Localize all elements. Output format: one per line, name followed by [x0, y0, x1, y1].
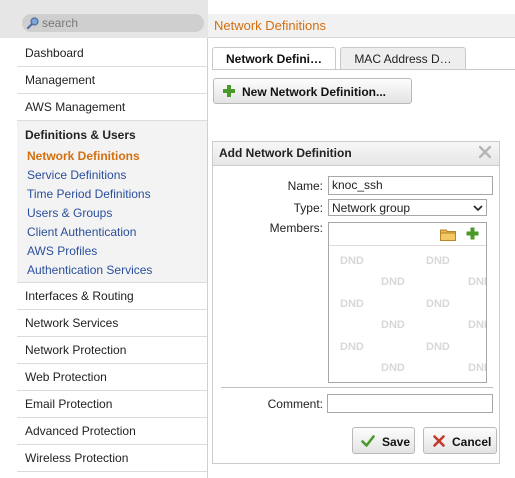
dnd-watermark: DND [340, 298, 364, 310]
name-label: Name: [287, 179, 323, 193]
search-icon [27, 17, 39, 29]
save-button[interactable]: Save [352, 427, 415, 454]
checkmark-icon [361, 435, 375, 447]
sidebar-section-title[interactable]: Definitions & Users [17, 121, 207, 147]
add-member-icon[interactable] [466, 227, 479, 240]
sidebar-divider [207, 38, 208, 478]
sidebar-subitem-users-groups[interactable]: Users & Groups [17, 204, 207, 223]
page-header: Network Definitions [208, 14, 515, 38]
tab-network-definitions[interactable]: Network Defini… [212, 47, 336, 69]
dnd-watermark: DND [340, 255, 364, 267]
comment-field[interactable] [327, 394, 493, 413]
comment-label: Comment: [267, 397, 323, 411]
folder-icon[interactable] [440, 228, 456, 241]
dnd-watermark: DND [381, 276, 405, 288]
sidebar-item-network-services[interactable]: Network Services [17, 310, 207, 337]
tab-underline [212, 69, 515, 70]
type-select[interactable]: Network group [328, 199, 487, 216]
search-input[interactable]: search [22, 14, 204, 32]
type-label: Type: [293, 201, 323, 215]
sidebar-subitem-authentication-services[interactable]: Authentication Services [17, 261, 207, 280]
sidebar-item-dashboard[interactable]: Dashboard [17, 40, 207, 67]
sidebar-item-interfaces-routing[interactable]: Interfaces & Routing [17, 283, 207, 310]
sidebar-subitem-time-period-definitions[interactable]: Time Period Definitions [17, 185, 207, 204]
members-label: Members: [269, 221, 323, 235]
members-box[interactable]: DND DND DND DND DND DND DND DND DND DND … [328, 222, 487, 383]
sidebar-section-definitions-users: Definitions & Users Network Definitions … [17, 121, 207, 283]
sidebar-subitem-client-authentication[interactable]: Client Authentication [17, 223, 207, 242]
dnd-watermark: DND [426, 255, 450, 267]
tab-mac-address-definitions[interactable]: MAC Address D… [340, 47, 466, 69]
dnd-watermark: DND [468, 362, 486, 374]
dialog-title: Add Network Definition [219, 146, 352, 160]
dnd-watermark: DND [468, 276, 486, 288]
new-network-definition-button[interactable]: New Network Definition... [213, 78, 412, 104]
cancel-label: Cancel [452, 435, 492, 449]
members-toolbar [329, 223, 486, 246]
sidebar-subitem-network-definitions[interactable]: Network Definitions [17, 147, 207, 166]
sidebar-item-wireless-protection[interactable]: Wireless Protection [17, 445, 207, 472]
sidebar-item-advanced-protection[interactable]: Advanced Protection [17, 418, 207, 445]
name-field[interactable]: knoc_ssh [328, 176, 493, 195]
dnd-watermark: DND [426, 341, 450, 353]
dnd-watermark: DND [381, 362, 405, 374]
chevron-down-icon [473, 204, 483, 211]
close-icon[interactable] [479, 145, 491, 159]
sidebar-item-network-protection[interactable]: Network Protection [17, 337, 207, 364]
sidebar: Dashboard Management AWS Management Defi… [17, 40, 207, 472]
sidebar-subitem-service-definitions[interactable]: Service Definitions [17, 166, 207, 185]
type-value: Network group [332, 200, 411, 215]
dialog-divider [221, 387, 493, 388]
dnd-watermark: DND [381, 319, 405, 331]
sidebar-subitem-aws-profiles[interactable]: AWS Profiles [17, 242, 207, 261]
dnd-watermark: DND [340, 341, 364, 353]
new-network-definition-label: New Network Definition... [242, 85, 387, 99]
plus-icon [223, 85, 235, 97]
sidebar-item-web-protection[interactable]: Web Protection [17, 364, 207, 391]
dnd-watermark: DND [468, 319, 486, 331]
cancel-x-icon [433, 435, 445, 447]
page-title: Network Definitions [214, 18, 326, 33]
name-value: knoc_ssh [332, 178, 383, 192]
sidebar-item-management[interactable]: Management [17, 67, 207, 94]
dnd-watermark: DND [426, 298, 450, 310]
save-label: Save [382, 435, 411, 449]
top-bar: search [0, 0, 208, 38]
cancel-button[interactable]: Cancel [423, 427, 497, 454]
search-placeholder: search [42, 16, 79, 30]
add-network-definition-dialog: Add Network Definition Name: knoc_ssh Ty… [212, 141, 500, 464]
sidebar-item-aws-management[interactable]: AWS Management [17, 94, 207, 121]
sidebar-item-email-protection[interactable]: Email Protection [17, 391, 207, 418]
dialog-header: Add Network Definition [213, 142, 499, 166]
